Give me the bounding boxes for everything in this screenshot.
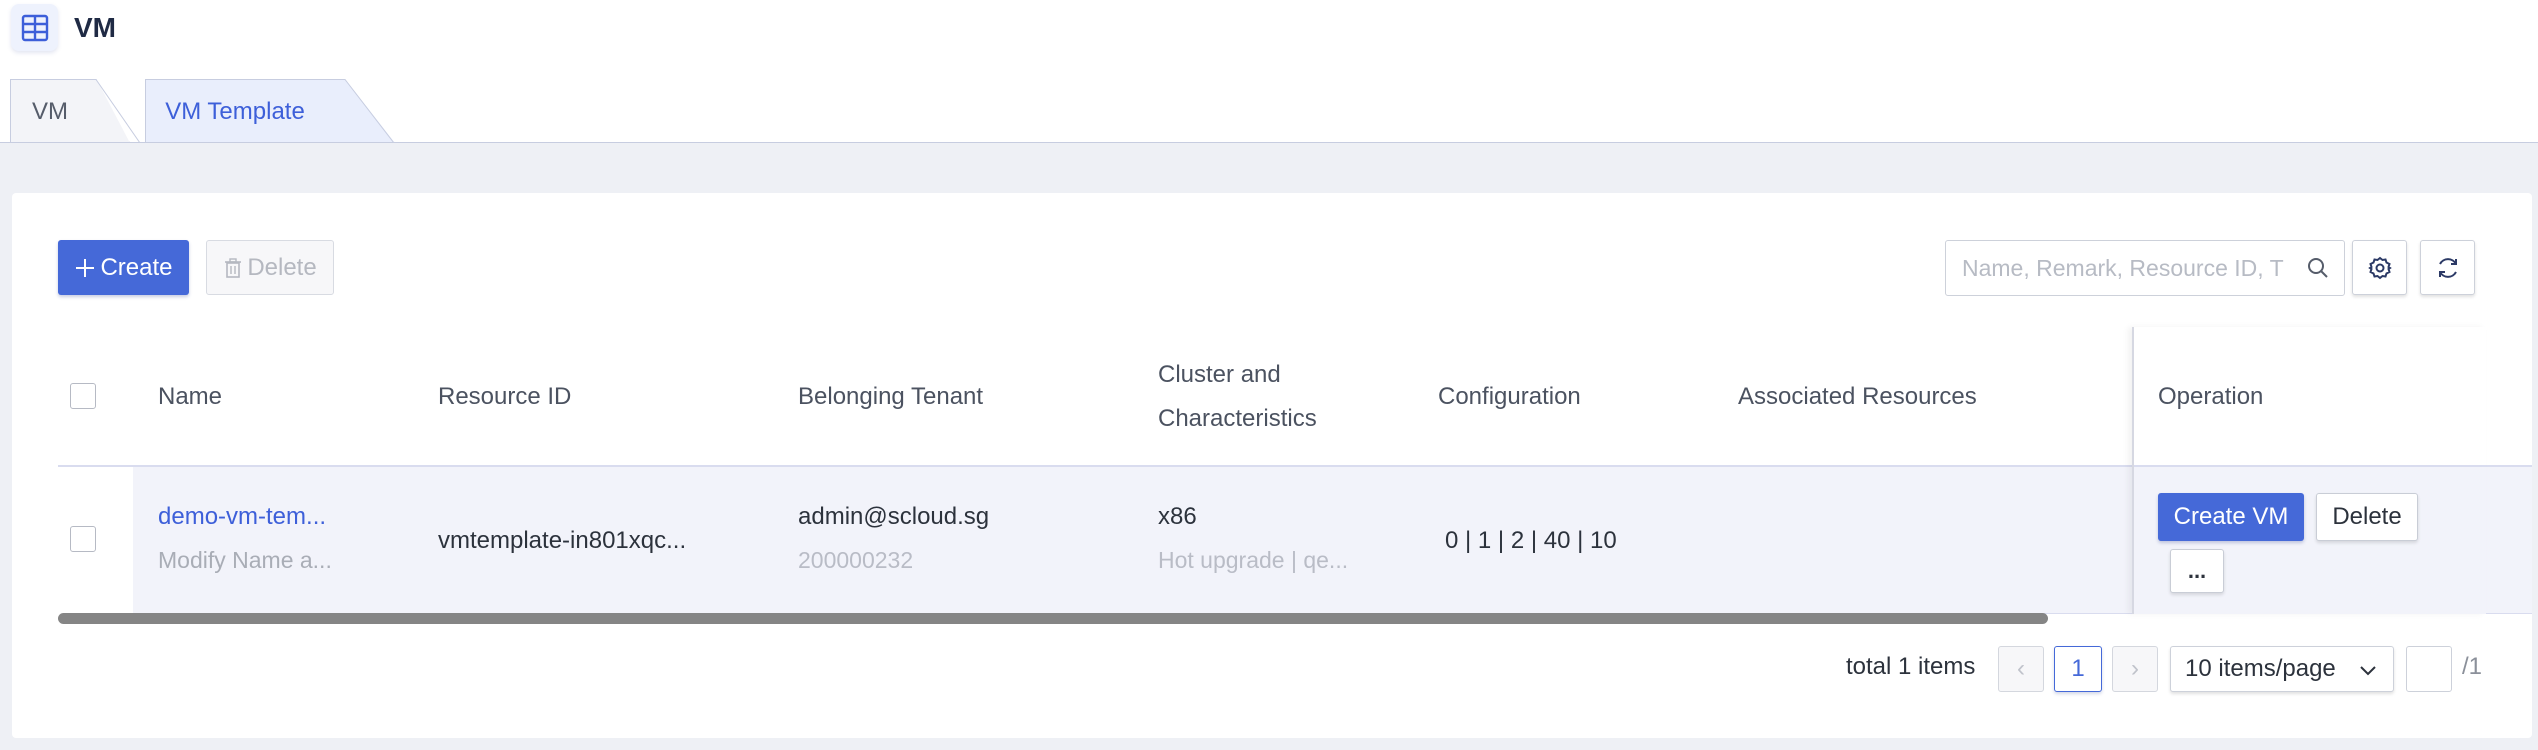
header-associated: Associated Resources [1738,383,1977,410]
search-icon[interactable] [2306,256,2330,280]
more-actions-button[interactable]: ... [2170,549,2224,593]
delete-button-label: Delete [247,253,317,281]
create-button[interactable]: Create [58,240,189,295]
tab-borders [10,79,395,143]
row-delete-button[interactable]: Delete [2316,493,2418,541]
operation-column: Operation Create VM Delete ... [2132,327,2486,614]
refresh-button[interactable] [2420,240,2475,295]
horizontal-scrollbar[interactable] [58,613,2048,624]
trash-icon [225,257,242,278]
content-card: Create Delete Name, Remark, Resource ID,… [12,193,2532,738]
chevron-right-icon: › [2131,655,2139,682]
page-size-select[interactable]: 10 items/page [2170,646,2394,692]
row-resource-id: vmtemplate-in801xqc... [438,527,687,554]
header-cluster-line1: Cluster and [1158,361,1281,388]
chevron-down-icon [2360,666,2376,676]
page-size-value: 10 items/page [2185,655,2336,682]
row-name-link[interactable]: demo-vm-tem... [158,503,326,531]
search-box [1945,240,2345,296]
header-tenant: Belonging Tenant [798,383,984,410]
settings-button[interactable] [2352,240,2407,295]
vm-app-icon [11,4,58,51]
page-number-current[interactable]: 1 [2054,646,2102,692]
select-all-checkbox[interactable] [70,383,96,409]
row-remark: Modify Name a... [158,547,332,573]
plus-icon [76,258,95,277]
row-tenant-id: 200000232 [798,547,914,573]
pagination-total: total 1 items [1846,653,1976,680]
gear-icon [2367,256,2392,279]
next-page-button[interactable]: › [2112,646,2158,692]
row-cluster: x86 [1158,503,1197,530]
create-button-label: Create [100,253,173,281]
prev-page-button[interactable]: ‹ [1998,646,2044,692]
tabs-divider [0,142,2538,143]
row-tenant: admin@scloud.sg [798,503,990,530]
header-cluster-line2: Characteristics [1158,405,1317,432]
search-input[interactable] [1962,251,2292,285]
row-configuration: 0 | 1 | 2 | 40 | 10 [1445,527,1617,554]
row-checkbox[interactable] [70,526,96,552]
goto-page-input[interactable] [2406,646,2452,692]
row-characteristics: Hot upgrade | qe... [1158,547,1349,573]
total-pages: /1 [2462,653,2483,680]
delete-button[interactable]: Delete [206,240,334,295]
create-vm-button[interactable]: Create VM [2158,493,2304,541]
header-name[interactable]: Name [158,375,222,419]
header-operation: Operation [2158,383,2264,410]
chevron-left-icon: ‹ [2017,655,2025,682]
header-resource-id: Resource ID [438,383,572,410]
page-title: VM [74,12,116,43]
page-header: VM VM VM Template [0,0,2538,143]
header-configuration: Configuration [1438,383,1581,410]
refresh-icon [2438,257,2457,278]
